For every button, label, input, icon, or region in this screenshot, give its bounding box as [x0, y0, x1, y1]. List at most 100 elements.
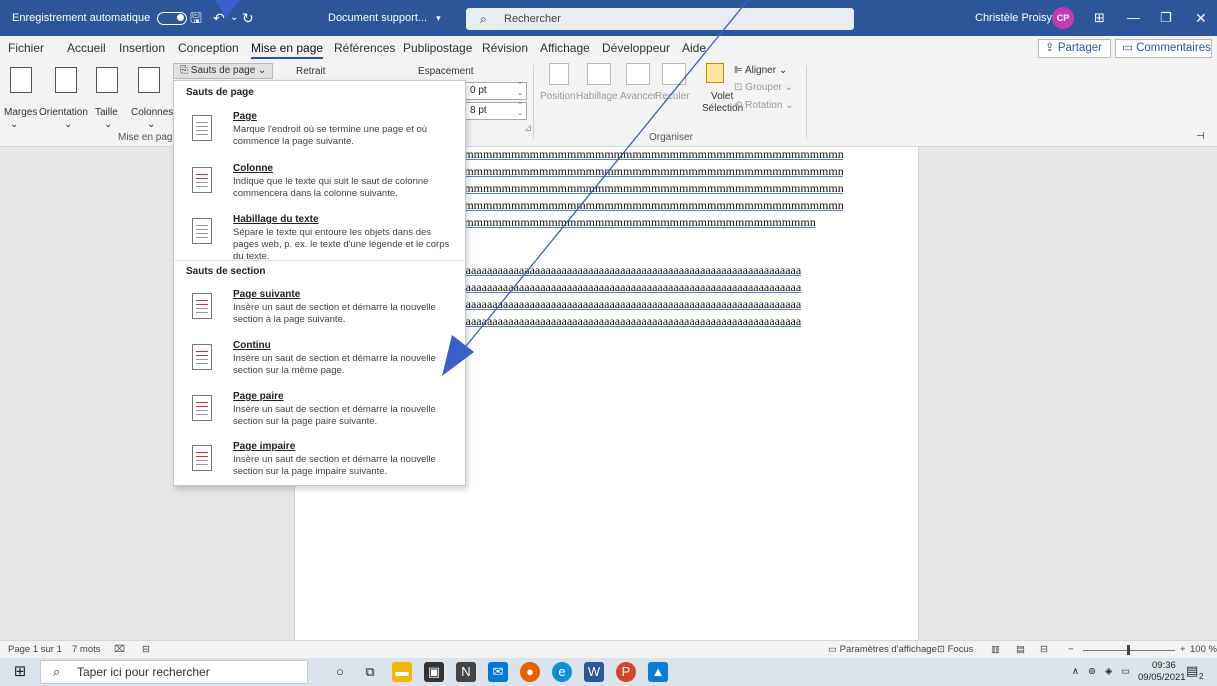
selection-pane-icon[interactable] [706, 63, 724, 83]
autosave-switch[interactable] [157, 11, 188, 25]
tab-insertion[interactable]: Insertion [119, 41, 165, 55]
restore-icon[interactable]: ❐ [1160, 0, 1172, 36]
align-button[interactable]: ⊫ Aligner ⌄ [734, 65, 787, 76]
file-explorer-icon[interactable]: ▬ [392, 662, 412, 682]
cortana-icon[interactable]: ○ [330, 662, 350, 682]
send-backward-icon[interactable] [662, 63, 686, 85]
tab-aide[interactable]: Aide [682, 41, 706, 55]
bring-forward-button[interactable]: Avancer [620, 91, 657, 102]
zoom-slider-thumb[interactable] [1127, 645, 1130, 655]
page-count[interactable]: Page 1 sur 1 [8, 644, 62, 655]
doc-line[interactable]: mmmmmmmmmmmmmmmmmmmmmmmmmmmmmmmmmmmmmmmm… [455, 147, 843, 162]
redo-icon[interactable]: ↻ [242, 0, 254, 36]
group-button[interactable]: ⊡ Grouper ⌄ [734, 82, 793, 93]
print-layout-icon[interactable]: ▤ [1016, 644, 1025, 655]
tab-fichier[interactable]: Fichier [8, 41, 44, 55]
columns-button[interactable]: Colonnes [131, 107, 173, 118]
spacing-before-input[interactable]: 0 pt [465, 82, 527, 100]
focus-button[interactable]: ⊡ Focus [937, 644, 973, 655]
ribbon-display-icon[interactable]: ⊞ [1094, 0, 1105, 36]
proofing-icon[interactable]: ⌧ [114, 644, 125, 655]
display-settings-button[interactable]: ▭ Paramètres d'affichage [828, 644, 937, 655]
store-icon[interactable]: ▣ [424, 662, 444, 682]
position-button[interactable]: Position [540, 91, 576, 102]
tab-developpeur[interactable]: Développeur [602, 41, 670, 55]
margins-icon[interactable] [10, 67, 32, 93]
wrap-text-icon[interactable] [587, 63, 611, 85]
document-title[interactable]: Document support... ▾ [328, 0, 441, 36]
rotate-button[interactable]: ⟲ Rotation ⌄ [734, 100, 794, 111]
tab-publipostage[interactable]: Publipostage [403, 41, 472, 55]
battery-icon[interactable]: ▭ [1121, 666, 1130, 677]
doc-line[interactable]: aaaaaaaaaaaaaaaaaaaaaaaaaaaaaaaaaaaaaaaa… [455, 297, 843, 312]
autosave-toggle[interactable]: Enregistrement automatique [12, 0, 188, 36]
zoom-level[interactable]: 100 % [1190, 644, 1217, 655]
margins-button[interactable]: Marges [4, 107, 37, 118]
onenote-icon[interactable]: N [456, 662, 476, 682]
doc-line[interactable]: aaaaaaaaaaaaaaaaaaaaaaaaaaaaaaaaaaaaaaaa… [455, 314, 843, 329]
firefox-icon[interactable]: ● [520, 662, 540, 682]
bring-forward-icon[interactable] [626, 63, 650, 85]
save-icon[interactable]: 🖫 [190, 0, 202, 36]
size-icon[interactable] [96, 67, 118, 93]
read-mode-icon[interactable]: ▥ [991, 644, 1000, 655]
doc-line[interactable]: aaaaaaaaaaaaaaaaaaaaaaaaaaaaaaaaaaaaaaaa… [455, 263, 843, 278]
paragraph-launcher-icon[interactable]: ⊿ [524, 123, 532, 134]
undo-dropdown-icon[interactable]: ⌄ [230, 0, 238, 36]
minimize-icon[interactable]: — [1127, 0, 1140, 36]
word-count[interactable]: 7 mots [72, 644, 101, 655]
word-icon[interactable]: W [584, 662, 604, 682]
doc-line[interactable]: mmmmmmmmmmmmmmmmmmmmmmmmmmmmmmmmmmmmmmmm… [455, 198, 843, 213]
breaks-button[interactable]: ⎘ Sauts de page ⌄ [173, 63, 274, 79]
zoom-out-button[interactable]: − [1068, 644, 1074, 655]
clock-date[interactable]: 09/05/2021 [1138, 672, 1186, 683]
network-icon[interactable]: ⊚ [1088, 666, 1096, 677]
comments-button[interactable]: ▭ Commentaires [1115, 39, 1212, 58]
selection-pane-label-1[interactable]: Volet [711, 91, 733, 102]
menu-item-odd-page[interactable]: Page impaire Insère un saut de section e… [174, 441, 465, 491]
photos-icon[interactable]: ▲ [648, 662, 668, 682]
tab-accueil[interactable]: Accueil [67, 41, 106, 55]
zoom-in-button[interactable]: + [1180, 644, 1186, 655]
powerpoint-icon[interactable]: P [616, 662, 636, 682]
taskbar-search-input[interactable]: ⌕ Taper ici pour rechercher [40, 660, 308, 684]
macro-icon[interactable]: ⊟ [142, 644, 150, 655]
menu-item-continuous[interactable]: Continu Insère un saut de section et dém… [174, 340, 465, 390]
doc-line[interactable]: mmmmmmmmmmmmmmmmmmmmmmmmmmmmmmmmmmmmmmmm [455, 215, 815, 230]
share-button[interactable]: ⇪ Partager [1038, 39, 1111, 58]
columns-icon[interactable] [138, 67, 160, 93]
orientation-button[interactable]: Orientation [39, 107, 88, 118]
tab-conception[interactable]: Conception [178, 41, 239, 55]
windows-start-icon[interactable]: ⊞ [10, 662, 30, 682]
tab-mise-en-page[interactable]: Mise en page [251, 41, 324, 59]
volume-icon[interactable]: ◈ [1105, 666, 1112, 677]
tab-revision[interactable]: Révision [482, 41, 528, 55]
send-backward-button[interactable]: Reculer [655, 91, 689, 102]
mail-icon[interactable]: ✉ [488, 662, 508, 682]
wrap-text-button[interactable]: Habillage [576, 91, 618, 102]
menu-item-text-wrapping[interactable]: Habillage du texte Sépare le texte qui e… [174, 214, 465, 264]
orientation-icon[interactable] [55, 67, 77, 93]
clock-time[interactable]: 09:36 [1152, 660, 1176, 671]
collapse-ribbon-icon[interactable]: ⊣ [1196, 131, 1205, 142]
doc-line[interactable]: mmmmmmmmmmmmmmmmmmmmmmmmmmmmmmmmmmmmmmmm… [455, 181, 843, 196]
tab-affichage[interactable]: Affichage [540, 41, 590, 55]
menu-item-column-break[interactable]: Colonne Indique que le texte qui suit le… [174, 163, 465, 213]
user-avatar[interactable]: CP [1052, 0, 1074, 36]
tray-chevron-icon[interactable]: ∧ [1072, 666, 1079, 677]
close-icon[interactable]: ✕ [1195, 0, 1207, 36]
position-icon[interactable] [549, 63, 569, 85]
task-view-icon[interactable]: ⧉ [360, 662, 380, 682]
spacing-after-input[interactable]: 8 pt [465, 102, 527, 120]
menu-item-page-break[interactable]: Page Marque l'endroit où se termine une … [174, 111, 465, 161]
doc-line[interactable]: mmmmmmmmmmmmmmmmmmmmmmmmmmmmmmmmmmmmmmmm… [455, 164, 843, 179]
menu-item-next-page[interactable]: Page suivante Insère un saut de section … [174, 289, 465, 339]
size-button[interactable]: Taille [95, 107, 118, 118]
notifications-icon[interactable]: ▤ [1186, 663, 1198, 679]
search-input[interactable]: ⌕ Rechercher [466, 8, 854, 30]
edge-icon[interactable]: e [552, 662, 572, 682]
menu-item-even-page[interactable]: Page paire Insère un saut de section et … [174, 391, 465, 441]
tab-references[interactable]: Références [334, 41, 395, 55]
undo-icon[interactable]: ↶ [213, 0, 225, 36]
doc-line[interactable]: aaaaaaaaaaaaaaaaaaaaaaaaaaaaaaaaaaaaaaaa… [455, 280, 843, 295]
